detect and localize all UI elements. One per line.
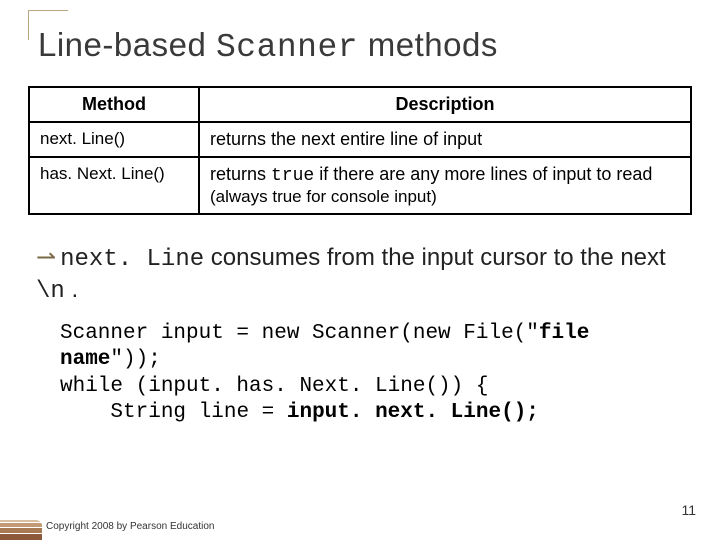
title-mono: Scanner	[216, 29, 358, 66]
copyright-footer: Copyright 2008 by Pearson Education	[46, 521, 214, 532]
methods-table: Method Description next. Line() returns …	[28, 86, 692, 215]
code-l3a: String line =	[60, 401, 287, 424]
body-text1: consumes from the input cursor to the ne…	[204, 244, 666, 271]
desc1-paren: (always true for console input)	[210, 187, 437, 206]
body-mono2: \n	[36, 278, 65, 305]
code-l1c: "));	[110, 348, 160, 371]
desc1-prefix: returns	[210, 164, 271, 184]
table-header-row: Method Description	[29, 87, 691, 122]
desc1-suffix: if there are any more lines of input to …	[314, 164, 652, 184]
page-title: Line-based Scanner methods	[38, 26, 692, 66]
page-number: 11	[681, 502, 696, 518]
header-method: Method	[29, 87, 199, 122]
method-cell-0: next. Line()	[29, 122, 199, 157]
body-mono1: next. Line	[60, 246, 204, 273]
desc-cell-0: returns the next entire line of input	[199, 122, 691, 157]
method-cell-1: has. Next. Line()	[29, 157, 199, 214]
header-description: Description	[199, 87, 691, 122]
slide: Line-based Scanner methods Method Descri…	[0, 0, 720, 540]
corner-decoration	[28, 10, 68, 40]
table-row: has. Next. Line() returns true if there …	[29, 157, 691, 214]
bottom-accent-decoration	[0, 520, 42, 540]
desc-cell-1: returns true if there are any more lines…	[199, 157, 691, 214]
code-l3b: input. next. Line();	[287, 401, 539, 424]
desc1-mono: true	[271, 166, 314, 186]
desc0-prefix: returns the next entire line of input	[210, 129, 482, 149]
body-text2: .	[65, 276, 78, 303]
table-row: next. Line() returns the next entire lin…	[29, 122, 691, 157]
code-l1a: Scanner input = new Scanner(new File("	[60, 322, 539, 345]
body-paragraph: ⇀next. Line consumes from the input curs…	[36, 243, 684, 307]
title-part3: methods	[358, 26, 498, 63]
code-l2: while (input. has. Next. Line()) {	[60, 375, 488, 398]
code-block: Scanner input = new Scanner(new File("fi…	[60, 321, 692, 426]
bullet-icon: ⇀	[36, 244, 56, 271]
